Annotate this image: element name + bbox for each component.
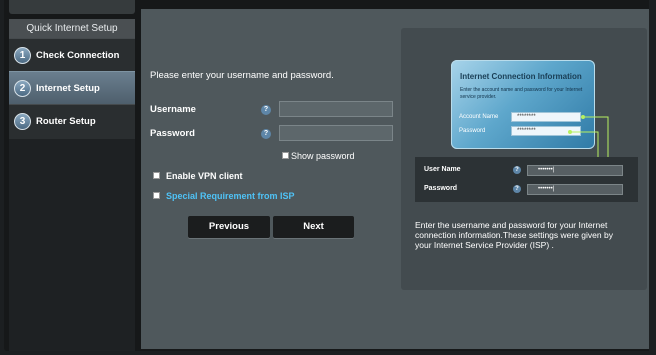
- sidebar-top-cap: [9, 0, 135, 14]
- step-1-icon: 1: [14, 46, 31, 64]
- card-title: Internet Connection Information: [460, 72, 582, 81]
- sidebar-item-router-setup[interactable]: 3 Router Setup: [9, 104, 135, 137]
- sidebar-empty-area: [9, 139, 135, 351]
- username-input[interactable]: [279, 101, 393, 117]
- card-subtitle: Enter the account name and password for …: [460, 87, 583, 100]
- mini-username-label: User Name: [424, 166, 461, 173]
- enable-vpn-label: Enable VPN client: [166, 171, 243, 181]
- isp-requirement-link[interactable]: Special Requirement from ISP: [166, 191, 295, 201]
- step-3-icon: 3: [14, 112, 31, 130]
- sidebar-item-check-connection[interactable]: 1 Check Connection: [9, 38, 135, 71]
- sidebar-item-internet-setup[interactable]: 2 Internet Setup: [9, 71, 135, 104]
- sidebar-item-label: Check Connection: [36, 49, 120, 61]
- password-input[interactable]: [279, 125, 393, 141]
- sidebar-title: Quick Internet Setup: [9, 19, 135, 38]
- password-help-icon[interactable]: ?: [261, 129, 271, 139]
- password-label: Password: [150, 128, 195, 139]
- mini-help-icon: ?: [513, 166, 521, 174]
- mini-username-field: •••••••|: [527, 165, 623, 176]
- card-account-label: Account Name: [459, 114, 499, 120]
- mini-password-label: Password: [424, 185, 458, 192]
- card-password-label: Password: [459, 128, 486, 134]
- sidebar-item-label: Router Setup: [36, 115, 96, 127]
- username-label: Username: [150, 104, 196, 115]
- show-password-label: Show password: [291, 151, 355, 161]
- username-help-icon[interactable]: ?: [261, 105, 271, 115]
- enable-vpn-checkbox[interactable]: [153, 172, 160, 179]
- mini-form-illustration: [415, 157, 638, 202]
- setup-sidebar: Quick Internet Setup 1 Check Connection …: [9, 19, 135, 139]
- mini-password-field: •••••••|: [527, 184, 623, 195]
- mini-help-icon: ?: [513, 185, 521, 193]
- help-description: Enter the username and password for your…: [415, 220, 613, 250]
- previous-button[interactable]: Previous: [188, 216, 270, 238]
- next-button[interactable]: Next: [273, 216, 354, 238]
- show-password-checkbox[interactable]: [282, 152, 289, 159]
- step-2-icon: 2: [14, 79, 31, 97]
- form-prompt: Please enter your username and password.: [150, 70, 334, 81]
- isp-requirement-checkbox[interactable]: [153, 192, 160, 199]
- sidebar-item-label: Internet Setup: [36, 82, 100, 94]
